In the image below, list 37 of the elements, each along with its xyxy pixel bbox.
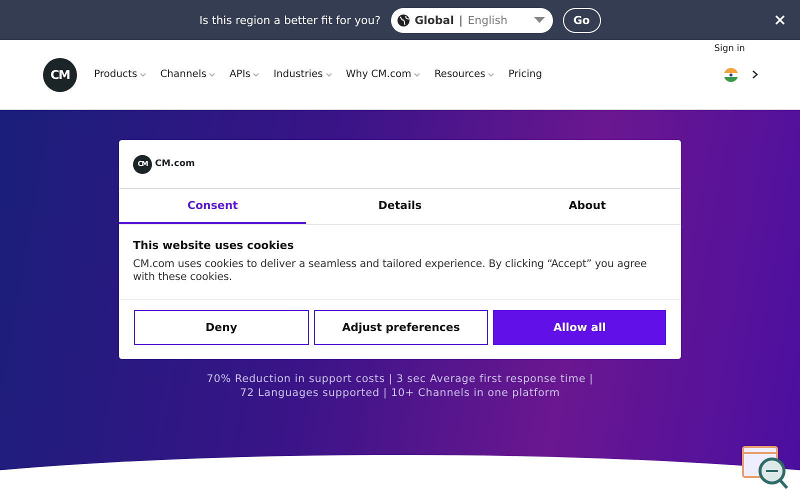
language-label: English xyxy=(468,14,508,26)
nav-link[interactable]: Channels xyxy=(160,69,216,80)
caret-icon xyxy=(534,17,545,23)
sign-in-link[interactable]: Sign in xyxy=(714,44,745,54)
caret-icon xyxy=(140,72,146,76)
stats-text: 70% Reduction in support costs | 3 sec Average first response time | xyxy=(206,372,594,386)
nav-link[interactable]: APIs xyxy=(229,69,260,80)
nav-link[interactable]: Resources xyxy=(434,69,494,80)
nav-link[interactable]: Why CM.com xyxy=(346,69,420,80)
chevron-right-icon[interactable] xyxy=(752,70,758,79)
separator: | xyxy=(459,14,463,26)
dialog-tab[interactable]: Details xyxy=(306,189,494,224)
outline-button[interactable]: Deny xyxy=(134,310,309,345)
outline-button[interactable]: Adjust preferences xyxy=(314,310,488,345)
globe-icon xyxy=(396,14,410,26)
dialog-text: CM.com uses cookies to deliver a seamless and tailored experience. By clicking “Accept” you agree with these cookies. xyxy=(133,258,648,284)
caret-icon xyxy=(414,72,420,76)
caret-icon xyxy=(209,72,216,76)
logo[interactable]: CM xyxy=(43,58,77,92)
region-question: Is this region a better fit for you? xyxy=(199,14,381,26)
dialog-tab[interactable]: Consent xyxy=(119,189,306,224)
stats-text: 72 Languages supported | 10+ Channels in one platform xyxy=(240,386,560,400)
nav-link[interactable]: Products xyxy=(94,69,146,80)
allow-button[interactable]: Allow all xyxy=(493,310,666,345)
go-button[interactable]: Go xyxy=(562,8,601,32)
brand-name: CM.com xyxy=(155,159,195,169)
dialog-heading: This website uses cookies xyxy=(133,239,295,252)
nav-link[interactable]: Industries xyxy=(273,69,332,80)
flag-icon[interactable] xyxy=(724,68,738,82)
dialog-tab[interactable]: About xyxy=(494,189,681,224)
caret-icon xyxy=(326,72,332,76)
chat-support-icon[interactable] xyxy=(742,446,790,490)
nav-link[interactable]: Pricing xyxy=(508,69,542,80)
caret-icon xyxy=(488,72,494,76)
caret-icon xyxy=(253,72,260,76)
region-select[interactable]: Global | English xyxy=(390,8,553,32)
region-label: Global xyxy=(414,14,454,26)
